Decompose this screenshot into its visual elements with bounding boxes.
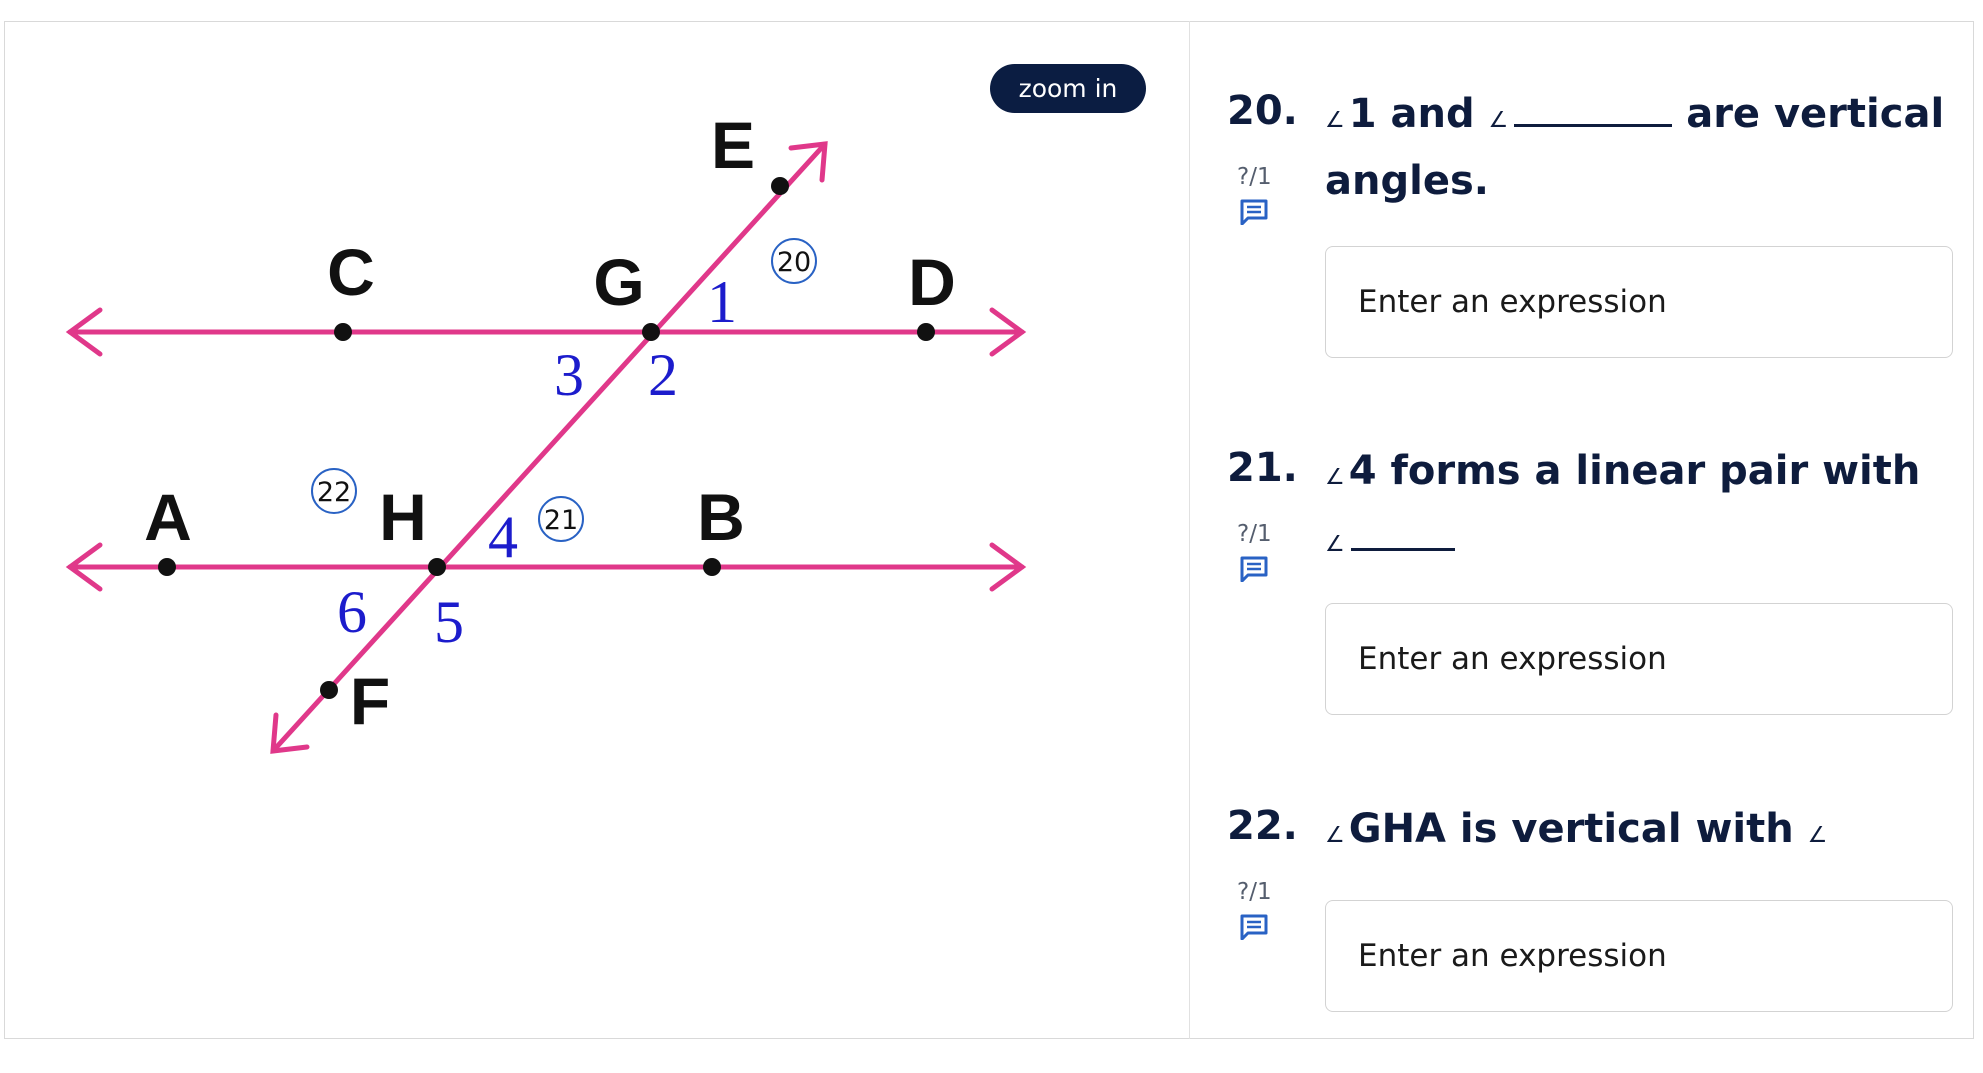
label-b: B [697,480,745,554]
question-22-score: ?/1 [1237,879,1272,905]
svg-text:20: 20 [777,247,811,278]
panel-divider [1189,21,1190,1039]
svg-text:21: 21 [544,505,578,536]
angle-symbol: ∠ [1325,532,1345,557]
comment-icon[interactable] [1240,199,1268,226]
question-21-prompt: ∠ 4 forms a linear pair with ∠ [1325,441,1955,575]
angle-label-1: 1 [707,269,737,335]
question-22-number: 22. [1227,803,1298,849]
marker-22: 22 [311,468,357,514]
question-21-score: ?/1 [1237,521,1272,547]
answer-blank [1350,546,1455,551]
comment-icon[interactable] [1240,914,1268,941]
question-21-text-before: 4 forms a linear pair with [1348,448,1921,494]
question-20-prompt: ∠ 1 and ∠ are vertical angles. [1325,84,1955,211]
answer-blank [1514,122,1673,127]
angle-label-3: 3 [554,342,584,408]
angle-label-4: 4 [488,504,518,570]
angle-symbol: ∠ [1325,108,1345,133]
point-c [334,323,352,341]
marker-20: 20 [771,238,817,284]
marker-21: 21 [538,496,584,542]
point-b [703,558,721,576]
answer-input-21[interactable]: Enter an expression [1325,603,1953,715]
point-f [320,681,338,699]
label-h: H [379,480,427,554]
question-22-text-before: GHA is vertical with [1348,806,1794,852]
label-c: C [327,235,375,309]
zoom-in-button[interactable]: zoom in [990,64,1146,113]
question-21-number: 21. [1227,445,1298,491]
answer-input-22[interactable]: Enter an expression [1325,900,1953,1012]
svg-text:22: 22 [317,477,351,508]
angle-label-6: 6 [337,579,367,645]
question-20-score: ?/1 [1237,164,1272,190]
question-20-text-before: 1 and [1348,91,1475,137]
answer-input-20[interactable]: Enter an expression [1325,246,1953,358]
angle-symbol: ∠ [1807,823,1828,848]
point-d [917,323,935,341]
geometry-figure: C G D E A H B F 1 2 3 4 5 6 20 21 22 [5,22,1188,1038]
point-g [642,323,660,341]
label-e: E [711,108,755,182]
angle-label-5: 5 [434,589,464,655]
angle-symbol: ∠ [1325,465,1345,490]
label-f: F [350,664,390,738]
point-h [428,558,446,576]
parallel-lines-diagram: C G D E A H B F 1 2 3 4 5 6 20 21 22 [65,108,1027,754]
point-a [158,558,176,576]
point-e [771,177,789,195]
label-a: A [144,480,192,554]
angle-symbol: ∠ [1325,823,1345,848]
label-g: G [593,245,644,319]
angle-label-2: 2 [648,342,678,408]
label-d: D [908,245,956,319]
angle-symbol: ∠ [1488,108,1509,133]
question-20-number: 20. [1227,88,1298,134]
comment-icon[interactable] [1240,556,1268,583]
